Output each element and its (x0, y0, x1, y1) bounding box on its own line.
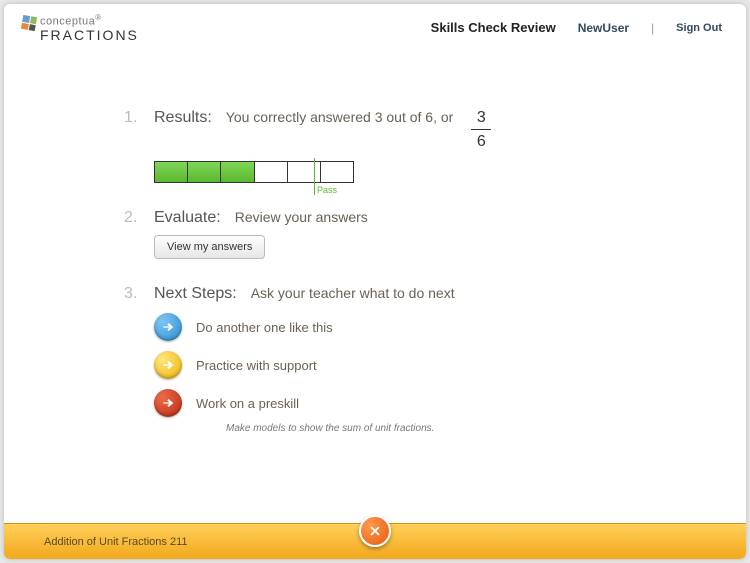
page-title: Skills Check Review (431, 20, 556, 35)
arrow-right-icon (154, 313, 182, 341)
step-label: Next Steps: (154, 285, 237, 303)
sign-out-link[interactable]: Sign Out (676, 22, 722, 34)
divider: | (651, 21, 654, 35)
view-answers-button[interactable]: View my answers (154, 235, 265, 259)
arrow-right-icon (154, 389, 182, 417)
progress-cell (188, 162, 221, 182)
step-number: 1. (124, 109, 146, 127)
step-results: 1. Results: You correctly answered 3 out… (124, 108, 746, 183)
footer-bar: Addition of Unit Fractions 211 (4, 523, 746, 559)
evaluate-text: Review your answers (235, 209, 368, 225)
next-text: Ask your teacher what to do next (251, 285, 455, 301)
next-option-label: Do another one like this (196, 320, 333, 335)
fraction-denominator: 6 (477, 132, 486, 151)
next-option-preskill[interactable]: Work on a preskill (154, 389, 746, 417)
progress-cell (155, 162, 188, 182)
progress-cell (221, 162, 254, 182)
header: conceptua® FRACTIONS Skills Check Review… (4, 4, 746, 48)
next-option-label: Work on a preskill (196, 396, 299, 411)
close-icon (368, 524, 382, 538)
step-number: 2. (124, 209, 146, 227)
progress-cell (321, 162, 353, 182)
fraction-numerator: 3 (477, 108, 486, 127)
next-option-practice[interactable]: Practice with support (154, 351, 746, 379)
logo-mark-icon (21, 15, 37, 31)
preskill-subnote: Make models to show the sum of unit frac… (226, 423, 746, 434)
arrow-right-icon (154, 351, 182, 379)
step-next: 3. Next Steps: Ask your teacher what to … (124, 285, 746, 434)
brand-top: conceptua (40, 16, 95, 28)
progress-cell (288, 162, 321, 182)
step-number: 3. (124, 285, 146, 303)
next-option-label: Practice with support (196, 358, 317, 373)
close-button[interactable] (359, 515, 391, 547)
step-evaluate: 2. Evaluate: Review your answers View my… (124, 209, 746, 259)
progress-bar: Pass (154, 161, 354, 183)
footer-title: Addition of Unit Fractions 211 (44, 536, 187, 548)
results-fraction: 3 6 (471, 108, 491, 151)
step-label: Evaluate: (154, 209, 221, 227)
pass-label: Pass (317, 185, 337, 195)
next-option-do-another[interactable]: Do another one like this (154, 313, 746, 341)
step-label: Results: (154, 109, 212, 127)
user-name[interactable]: NewUser (578, 21, 629, 35)
brand-logo: conceptua® FRACTIONS (22, 14, 139, 42)
progress-cell (255, 162, 288, 182)
results-text: You correctly answered 3 out of 6, or (226, 109, 454, 125)
brand-bottom: FRACTIONS (40, 28, 139, 42)
